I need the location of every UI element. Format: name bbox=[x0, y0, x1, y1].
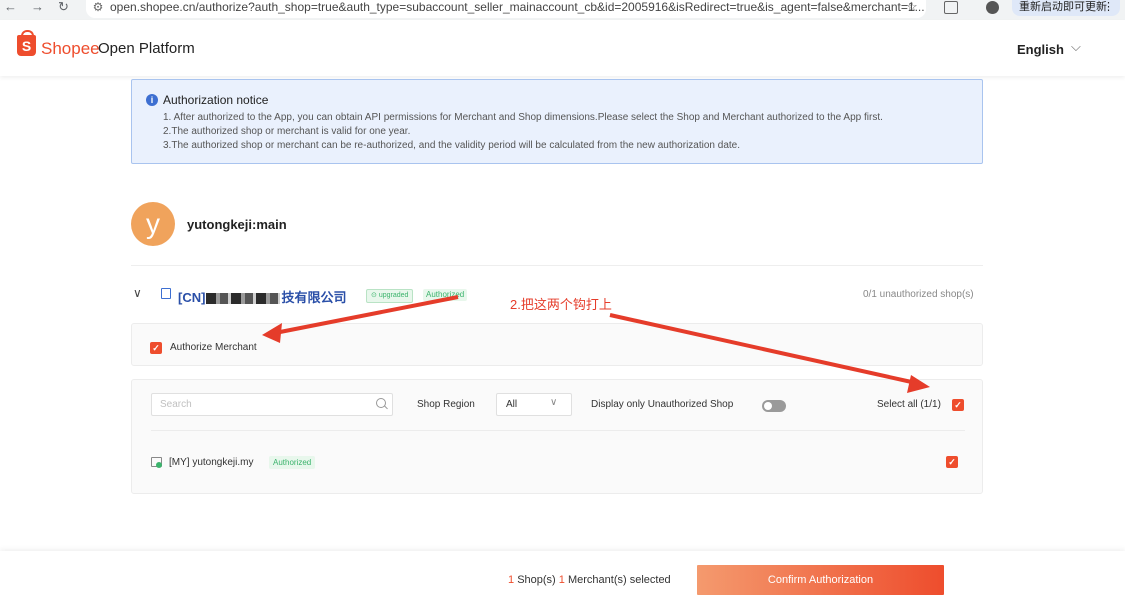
info-icon: i bbox=[146, 94, 158, 106]
brand-name[interactable]: Shopee bbox=[41, 39, 100, 59]
merchant-name-suffix: 技有限公司 bbox=[281, 290, 347, 305]
redacted-text bbox=[206, 293, 281, 305]
store-status-dot bbox=[156, 462, 162, 468]
site-settings-icon[interactable]: ⚙ bbox=[90, 0, 106, 14]
browser-menu-icon[interactable]: ⋮ bbox=[1103, 0, 1114, 14]
authorization-notice: i Authorization notice 1. After authoriz… bbox=[131, 79, 983, 164]
merchant-count: 1 bbox=[558, 574, 565, 586]
notice-title: Authorization notice bbox=[163, 93, 269, 107]
reload-icon[interactable]: ↻ bbox=[58, 0, 69, 14]
shop-name: [MY] yutongkeji.my bbox=[169, 457, 254, 468]
profile-avatar-icon[interactable] bbox=[986, 1, 999, 14]
upgraded-badge: ⊙ upgraded bbox=[366, 289, 414, 303]
search-icon[interactable] bbox=[376, 398, 386, 408]
bookmark-star-icon[interactable]: ☆ bbox=[906, 0, 918, 14]
shop-list-panel: Shop Region All ∨ Display only Unauthori… bbox=[131, 379, 983, 494]
account-name: yutongkeji:main bbox=[187, 217, 287, 232]
authorize-merchant-checkbox[interactable]: ✓ bbox=[150, 342, 162, 354]
update-button[interactable]: 重新启动即可更新 ⋮ bbox=[1012, 0, 1120, 16]
search-input[interactable] bbox=[151, 393, 393, 416]
update-label: 重新启动即可更新 bbox=[1019, 1, 1107, 13]
shop-region-label: Shop Region bbox=[417, 399, 475, 410]
shopee-logo-icon[interactable]: S bbox=[17, 30, 36, 56]
notice-line: 3.The authorized shop or merchant can be… bbox=[163, 140, 741, 151]
divider bbox=[151, 430, 965, 431]
annotation-text: 2.把这两个钩打上 bbox=[510, 297, 612, 312]
merchant-name: [CN] 技有限公司 bbox=[178, 287, 346, 306]
merchant-name-prefix: [CN] bbox=[178, 290, 206, 305]
product-name: Open Platform bbox=[98, 40, 195, 57]
select-all-checkbox[interactable]: ✓ bbox=[952, 399, 964, 411]
chevron-down-icon: ∨ bbox=[550, 397, 558, 408]
address-bar[interactable]: ⚙ open.shopee.cn/authorize?auth_shop=true… bbox=[86, 0, 926, 18]
upgraded-label: upgraded bbox=[378, 292, 409, 299]
shop-count-label: Shop(s) bbox=[517, 574, 556, 586]
shop-count: 1 bbox=[508, 574, 515, 586]
unauthorized-only-label: Display only Unauthorized Shop bbox=[591, 399, 734, 410]
shop-authorized-badge: Authorized bbox=[269, 456, 316, 469]
language-selector[interactable]: English bbox=[1017, 42, 1064, 57]
notice-line: 1. After authorized to the App, you can … bbox=[163, 112, 883, 123]
site-header: S Shopee Open Platform English ⌵ bbox=[0, 20, 1125, 76]
extensions-icon[interactable] bbox=[944, 1, 958, 14]
divider bbox=[131, 265, 983, 266]
selection-footer: 1 Shop(s) 1 Merchant(s) selected Confirm… bbox=[0, 551, 1125, 601]
toggle-knob bbox=[764, 402, 772, 410]
browser-toolbar: ← → ↻ ⚙ open.shopee.cn/authorize?auth_sho… bbox=[0, 0, 1125, 21]
confirm-authorization-button[interactable]: Confirm Authorization bbox=[697, 565, 944, 595]
merchant-count-label: Merchant(s) selected bbox=[567, 574, 671, 586]
select-all-label[interactable]: Select all (1/1) bbox=[877, 399, 941, 410]
authorize-merchant-panel: ✓ Authorize Merchant bbox=[131, 323, 983, 366]
back-icon[interactable]: ← bbox=[4, 0, 17, 14]
authorized-badge: Authorized bbox=[423, 289, 468, 301]
notice-line: 2.The authorized shop or merchant is val… bbox=[163, 126, 411, 137]
avatar: y bbox=[131, 202, 175, 246]
shop-checkbox[interactable]: ✓ bbox=[946, 456, 958, 468]
collapse-chevron-icon[interactable]: ∨ bbox=[133, 286, 142, 300]
unauthorized-count: 0/1 unauthorized shop(s) bbox=[863, 289, 974, 300]
shop-region-value: All bbox=[506, 399, 518, 410]
forward-icon[interactable]: → bbox=[31, 0, 44, 14]
chevron-down-icon[interactable]: ⌵ bbox=[1071, 39, 1081, 55]
merchant-icon bbox=[161, 288, 171, 299]
unauthorized-only-toggle[interactable] bbox=[762, 400, 786, 412]
selection-summary: 1 Shop(s) 1 Merchant(s) selected bbox=[508, 574, 671, 586]
authorize-merchant-label[interactable]: Authorize Merchant bbox=[170, 342, 257, 353]
shop-region-select[interactable]: All ∨ bbox=[496, 393, 572, 416]
url-text: open.shopee.cn/authorize?auth_shop=true&… bbox=[110, 0, 925, 14]
